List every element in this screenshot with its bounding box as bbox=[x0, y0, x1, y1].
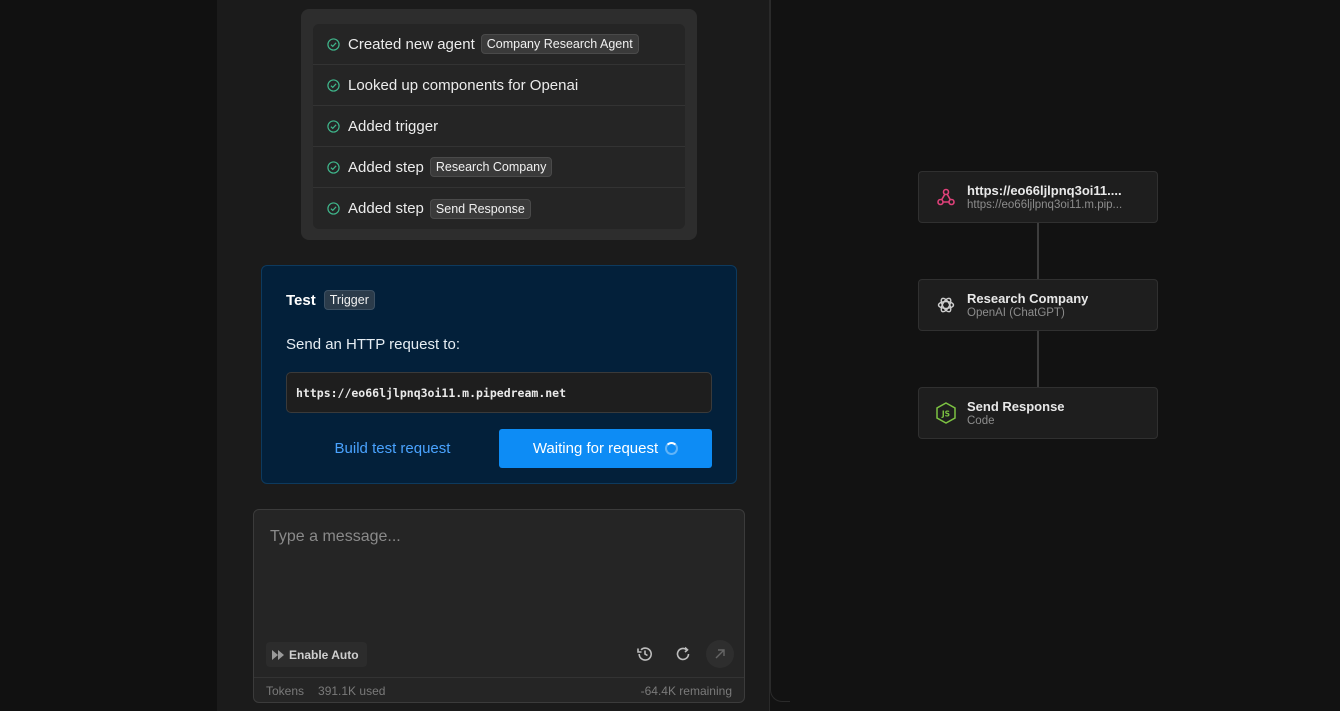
activity-text: Looked up components for Openai bbox=[348, 76, 579, 94]
activity-item: Created new agent Company Research Agent bbox=[313, 24, 685, 65]
nodejs-icon: JS bbox=[935, 402, 957, 424]
node-title: Research Company bbox=[967, 291, 1089, 306]
node-subtitle: https://eo66ljlpnq3oi11.m.pip... bbox=[967, 199, 1123, 211]
token-usage-bar: Tokens 391.1K used -64.4K remaining bbox=[254, 677, 744, 703]
openai-icon bbox=[935, 294, 957, 316]
trigger-tag: Trigger bbox=[323, 290, 375, 310]
send-response-node[interactable]: JS Send Response Code bbox=[918, 387, 1158, 439]
check-circle-icon bbox=[327, 119, 340, 133]
test-title: Test bbox=[286, 291, 316, 309]
activity-item: Added trigger bbox=[313, 106, 685, 147]
activity-text: Added step bbox=[348, 158, 424, 176]
activity-item: Added step Send Response bbox=[313, 188, 685, 229]
refresh-button[interactable] bbox=[669, 640, 697, 668]
step-tag: Send Response bbox=[429, 198, 531, 219]
svg-text:JS: JS bbox=[941, 410, 950, 419]
node-connector bbox=[1037, 331, 1039, 388]
node-subtitle: OpenAI (ChatGPT) bbox=[967, 307, 1065, 319]
fast-forward-icon bbox=[272, 649, 284, 660]
enable-auto-button[interactable]: Enable Auto bbox=[266, 642, 367, 667]
activity-text: Added step bbox=[348, 200, 424, 217]
message-composer: Enable Auto Tokens 391.1K used -64.4K re… bbox=[253, 509, 745, 703]
node-title: https://eo66ljlpnq3oi11.... bbox=[967, 183, 1122, 198]
enable-auto-label: Enable Auto bbox=[289, 647, 359, 662]
tokens-used: 391.1K used bbox=[318, 683, 386, 698]
agent-tag: Company Research Agent bbox=[480, 34, 639, 54]
test-trigger-card: Test Trigger Send an HTTP request to: ht… bbox=[261, 265, 737, 484]
activity-text: Created new agent bbox=[348, 35, 475, 53]
refresh-icon bbox=[676, 646, 690, 661]
workflow-canvas bbox=[770, 0, 1340, 711]
check-circle-icon bbox=[327, 202, 340, 215]
activity-text: Added trigger bbox=[348, 117, 439, 135]
spinner-icon bbox=[665, 442, 679, 455]
send-button[interactable] bbox=[706, 640, 734, 668]
check-circle-icon bbox=[327, 37, 340, 51]
tokens-remaining: -64.4K remaining bbox=[640, 683, 732, 698]
waiting-label: Waiting for request bbox=[532, 440, 659, 457]
check-circle-icon bbox=[327, 78, 340, 92]
research-company-node[interactable]: Research Company OpenAI (ChatGPT) bbox=[918, 279, 1158, 331]
node-subtitle: Code bbox=[967, 415, 995, 427]
node-connector bbox=[1037, 223, 1039, 280]
activity-log: Created new agent Company Research Agent… bbox=[301, 9, 697, 240]
arrow-up-right-icon bbox=[715, 649, 725, 659]
step-tag: Research Company bbox=[429, 157, 553, 177]
endpoint-url[interactable]: https://eo66ljlpnq3oi11.m.pipedream.net bbox=[286, 372, 712, 413]
send-request-label: Send an HTTP request to: bbox=[286, 336, 460, 353]
waiting-for-request-button[interactable]: Waiting for request bbox=[499, 429, 712, 468]
activity-item: Added step Research Company bbox=[313, 147, 685, 188]
history-button[interactable] bbox=[631, 640, 659, 668]
node-title: Send Response bbox=[967, 399, 1065, 414]
history-icon bbox=[637, 647, 652, 661]
build-test-request-button[interactable]: Build test request bbox=[286, 440, 499, 457]
check-circle-icon bbox=[327, 160, 340, 174]
trigger-node[interactable]: https://eo66ljlpnq3oi11.... https://eo66… bbox=[918, 171, 1158, 223]
message-input[interactable] bbox=[270, 528, 710, 546]
tokens-label: Tokens bbox=[266, 683, 305, 698]
activity-item: Looked up components for Openai bbox=[313, 65, 685, 106]
webhook-icon bbox=[935, 186, 957, 208]
